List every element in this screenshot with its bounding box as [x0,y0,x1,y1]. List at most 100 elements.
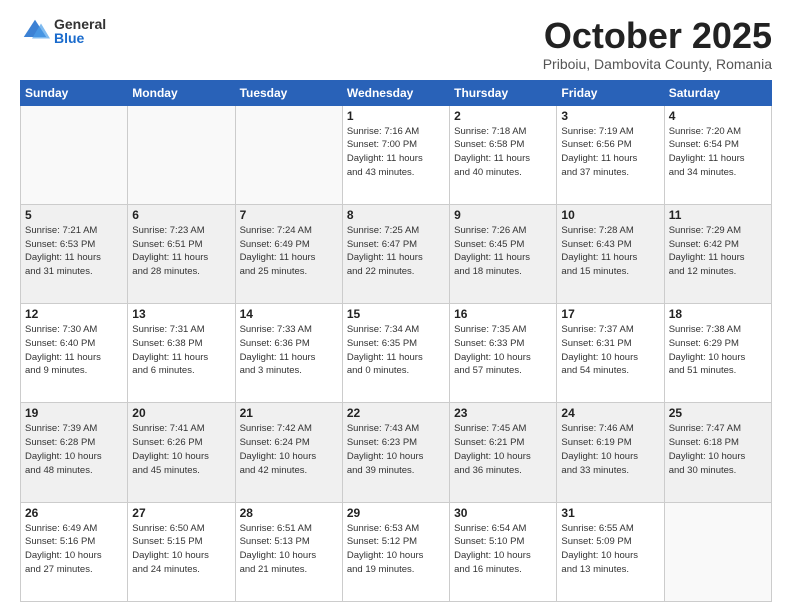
calendar-week-row: 1Sunrise: 7:16 AM Sunset: 7:00 PM Daylig… [21,105,772,204]
calendar-week-row: 26Sunrise: 6:49 AM Sunset: 5:16 PM Dayli… [21,502,772,601]
day-info: Sunrise: 7:46 AM Sunset: 6:19 PM Dayligh… [561,422,659,477]
day-info: Sunrise: 7:41 AM Sunset: 6:26 PM Dayligh… [132,422,230,477]
table-row: 21 Sunrise: 7:42 AM Sunset: 6:24 PM Dayli… [235,403,342,502]
day-info: Sunrise: 7:35 AM Sunset: 6:33 PM Dayligh… [454,323,552,378]
day-number: 27 [132,506,230,520]
calendar-week-row: 5 Sunrise: 7:21 AM Sunset: 6:53 PM Daylig… [21,204,772,303]
day-number: 16 [454,307,552,321]
day-info: Sunrise: 6:51 AM Sunset: 5:13 PM Dayligh… [240,522,338,577]
table-row: 20 Sunrise: 7:41 AM Sunset: 6:26 PM Dayli… [128,403,235,502]
day-number: 3 [561,109,659,123]
day-number: 2 [454,109,552,123]
table-row: 7Sunrise: 7:24 AM Sunset: 6:49 PM Daylig… [235,204,342,303]
day-info: Sunrise: 7:43 AM Sunset: 6:23 PM Dayligh… [347,422,445,477]
table-row: 28 Sunrise: 6:51 AM Sunset: 5:13 PM Dayli… [235,502,342,601]
day-number: 12 [25,307,123,321]
day-info: Sunrise: 7:19 AM Sunset: 6:56 PM Dayligh… [561,125,659,180]
table-row: 8 Sunrise: 7:25 AM Sunset: 6:47 PM Daylig… [342,204,449,303]
day-info: Sunrise: 7:23 AM Sunset: 6:51 PM Dayligh… [132,224,230,279]
day-number: 24 [561,406,659,420]
day-number: 6 [132,208,230,222]
table-row: 31 Sunrise: 6:55 AM Sunset: 5:09 PM Dayli… [557,502,664,601]
table-row: 24 Sunrise: 7:46 AM Sunset: 6:19 PM Dayli… [557,403,664,502]
table-row: 6 Sunrise: 7:23 AM Sunset: 6:51 PM Daylig… [128,204,235,303]
day-number: 31 [561,506,659,520]
day-info: Sunrise: 7:37 AM Sunset: 6:31 PM Dayligh… [561,323,659,378]
month-title: October 2025 [543,16,772,56]
day-info: Sunrise: 7:18 AM Sunset: 6:58 PM Dayligh… [454,125,552,180]
day-info: Sunrise: 7:29 AM Sunset: 6:42 PM Dayligh… [669,224,767,279]
day-number: 26 [25,506,123,520]
day-number: 4 [669,109,767,123]
calendar-header-row: Sunday Monday Tuesday Wednesday Thursday… [21,80,772,105]
logo-general-text: General [54,17,106,31]
logo-text: General Blue [54,17,106,45]
col-friday: Friday [557,80,664,105]
table-row [664,502,771,601]
day-info: Sunrise: 7:47 AM Sunset: 6:18 PM Dayligh… [669,422,767,477]
day-number: 23 [454,406,552,420]
table-row: 23 Sunrise: 7:45 AM Sunset: 6:21 PM Dayli… [450,403,557,502]
logo-icon [20,16,50,46]
table-row: 14Sunrise: 7:33 AM Sunset: 6:36 PM Dayli… [235,304,342,403]
day-number: 18 [669,307,767,321]
table-row: 17Sunrise: 7:37 AM Sunset: 6:31 PM Dayli… [557,304,664,403]
header: General Blue October 2025 Priboiu, Dambo… [20,16,772,72]
day-info: Sunrise: 7:38 AM Sunset: 6:29 PM Dayligh… [669,323,767,378]
col-thursday: Thursday [450,80,557,105]
day-number: 11 [669,208,767,222]
day-info: Sunrise: 7:28 AM Sunset: 6:43 PM Dayligh… [561,224,659,279]
col-wednesday: Wednesday [342,80,449,105]
day-info: Sunrise: 7:30 AM Sunset: 6:40 PM Dayligh… [25,323,123,378]
table-row [128,105,235,204]
table-row: 12 Sunrise: 7:30 AM Sunset: 6:40 PM Dayli… [21,304,128,403]
table-row: 30 Sunrise: 6:54 AM Sunset: 5:10 PM Dayli… [450,502,557,601]
day-info: Sunrise: 7:31 AM Sunset: 6:38 PM Dayligh… [132,323,230,378]
day-number: 8 [347,208,445,222]
calendar-week-row: 12 Sunrise: 7:30 AM Sunset: 6:40 PM Dayli… [21,304,772,403]
day-number: 7 [240,208,338,222]
day-number: 28 [240,506,338,520]
day-info: Sunrise: 7:21 AM Sunset: 6:53 PM Dayligh… [25,224,123,279]
table-row: 10Sunrise: 7:28 AM Sunset: 6:43 PM Dayli… [557,204,664,303]
day-number: 13 [132,307,230,321]
day-number: 30 [454,506,552,520]
table-row: 15Sunrise: 7:34 AM Sunset: 6:35 PM Dayli… [342,304,449,403]
day-info: Sunrise: 7:33 AM Sunset: 6:36 PM Dayligh… [240,323,338,378]
table-row: 16 Sunrise: 7:35 AM Sunset: 6:33 PM Dayli… [450,304,557,403]
calendar-table: Sunday Monday Tuesday Wednesday Thursday… [20,80,772,602]
day-number: 20 [132,406,230,420]
table-row [235,105,342,204]
day-info: Sunrise: 7:26 AM Sunset: 6:45 PM Dayligh… [454,224,552,279]
table-row: 29Sunrise: 6:53 AM Sunset: 5:12 PM Dayli… [342,502,449,601]
day-info: Sunrise: 7:20 AM Sunset: 6:54 PM Dayligh… [669,125,767,180]
table-row: 4 Sunrise: 7:20 AM Sunset: 6:54 PM Daylig… [664,105,771,204]
day-number: 21 [240,406,338,420]
day-info: Sunrise: 7:16 AM Sunset: 7:00 PM Dayligh… [347,125,445,180]
table-row: 18 Sunrise: 7:38 AM Sunset: 6:29 PM Dayli… [664,304,771,403]
logo: General Blue [20,16,106,46]
day-number: 5 [25,208,123,222]
table-row: 13 Sunrise: 7:31 AM Sunset: 6:38 PM Dayli… [128,304,235,403]
table-row: 22Sunrise: 7:43 AM Sunset: 6:23 PM Dayli… [342,403,449,502]
table-row: 9 Sunrise: 7:26 AM Sunset: 6:45 PM Daylig… [450,204,557,303]
day-info: Sunrise: 7:25 AM Sunset: 6:47 PM Dayligh… [347,224,445,279]
table-row: 27Sunrise: 6:50 AM Sunset: 5:15 PM Dayli… [128,502,235,601]
day-info: Sunrise: 7:45 AM Sunset: 6:21 PM Dayligh… [454,422,552,477]
day-info: Sunrise: 6:54 AM Sunset: 5:10 PM Dayligh… [454,522,552,577]
day-info: Sunrise: 7:42 AM Sunset: 6:24 PM Dayligh… [240,422,338,477]
day-info: Sunrise: 6:53 AM Sunset: 5:12 PM Dayligh… [347,522,445,577]
logo-blue-text: Blue [54,31,106,45]
day-number: 25 [669,406,767,420]
col-saturday: Saturday [664,80,771,105]
page: General Blue October 2025 Priboiu, Dambo… [0,0,792,612]
table-row: 2 Sunrise: 7:18 AM Sunset: 6:58 PM Daylig… [450,105,557,204]
location: Priboiu, Dambovita County, Romania [543,56,772,72]
day-number: 19 [25,406,123,420]
table-row [21,105,128,204]
col-monday: Monday [128,80,235,105]
day-info: Sunrise: 6:55 AM Sunset: 5:09 PM Dayligh… [561,522,659,577]
table-row: 25 Sunrise: 7:47 AM Sunset: 6:18 PM Dayli… [664,403,771,502]
col-tuesday: Tuesday [235,80,342,105]
day-number: 9 [454,208,552,222]
